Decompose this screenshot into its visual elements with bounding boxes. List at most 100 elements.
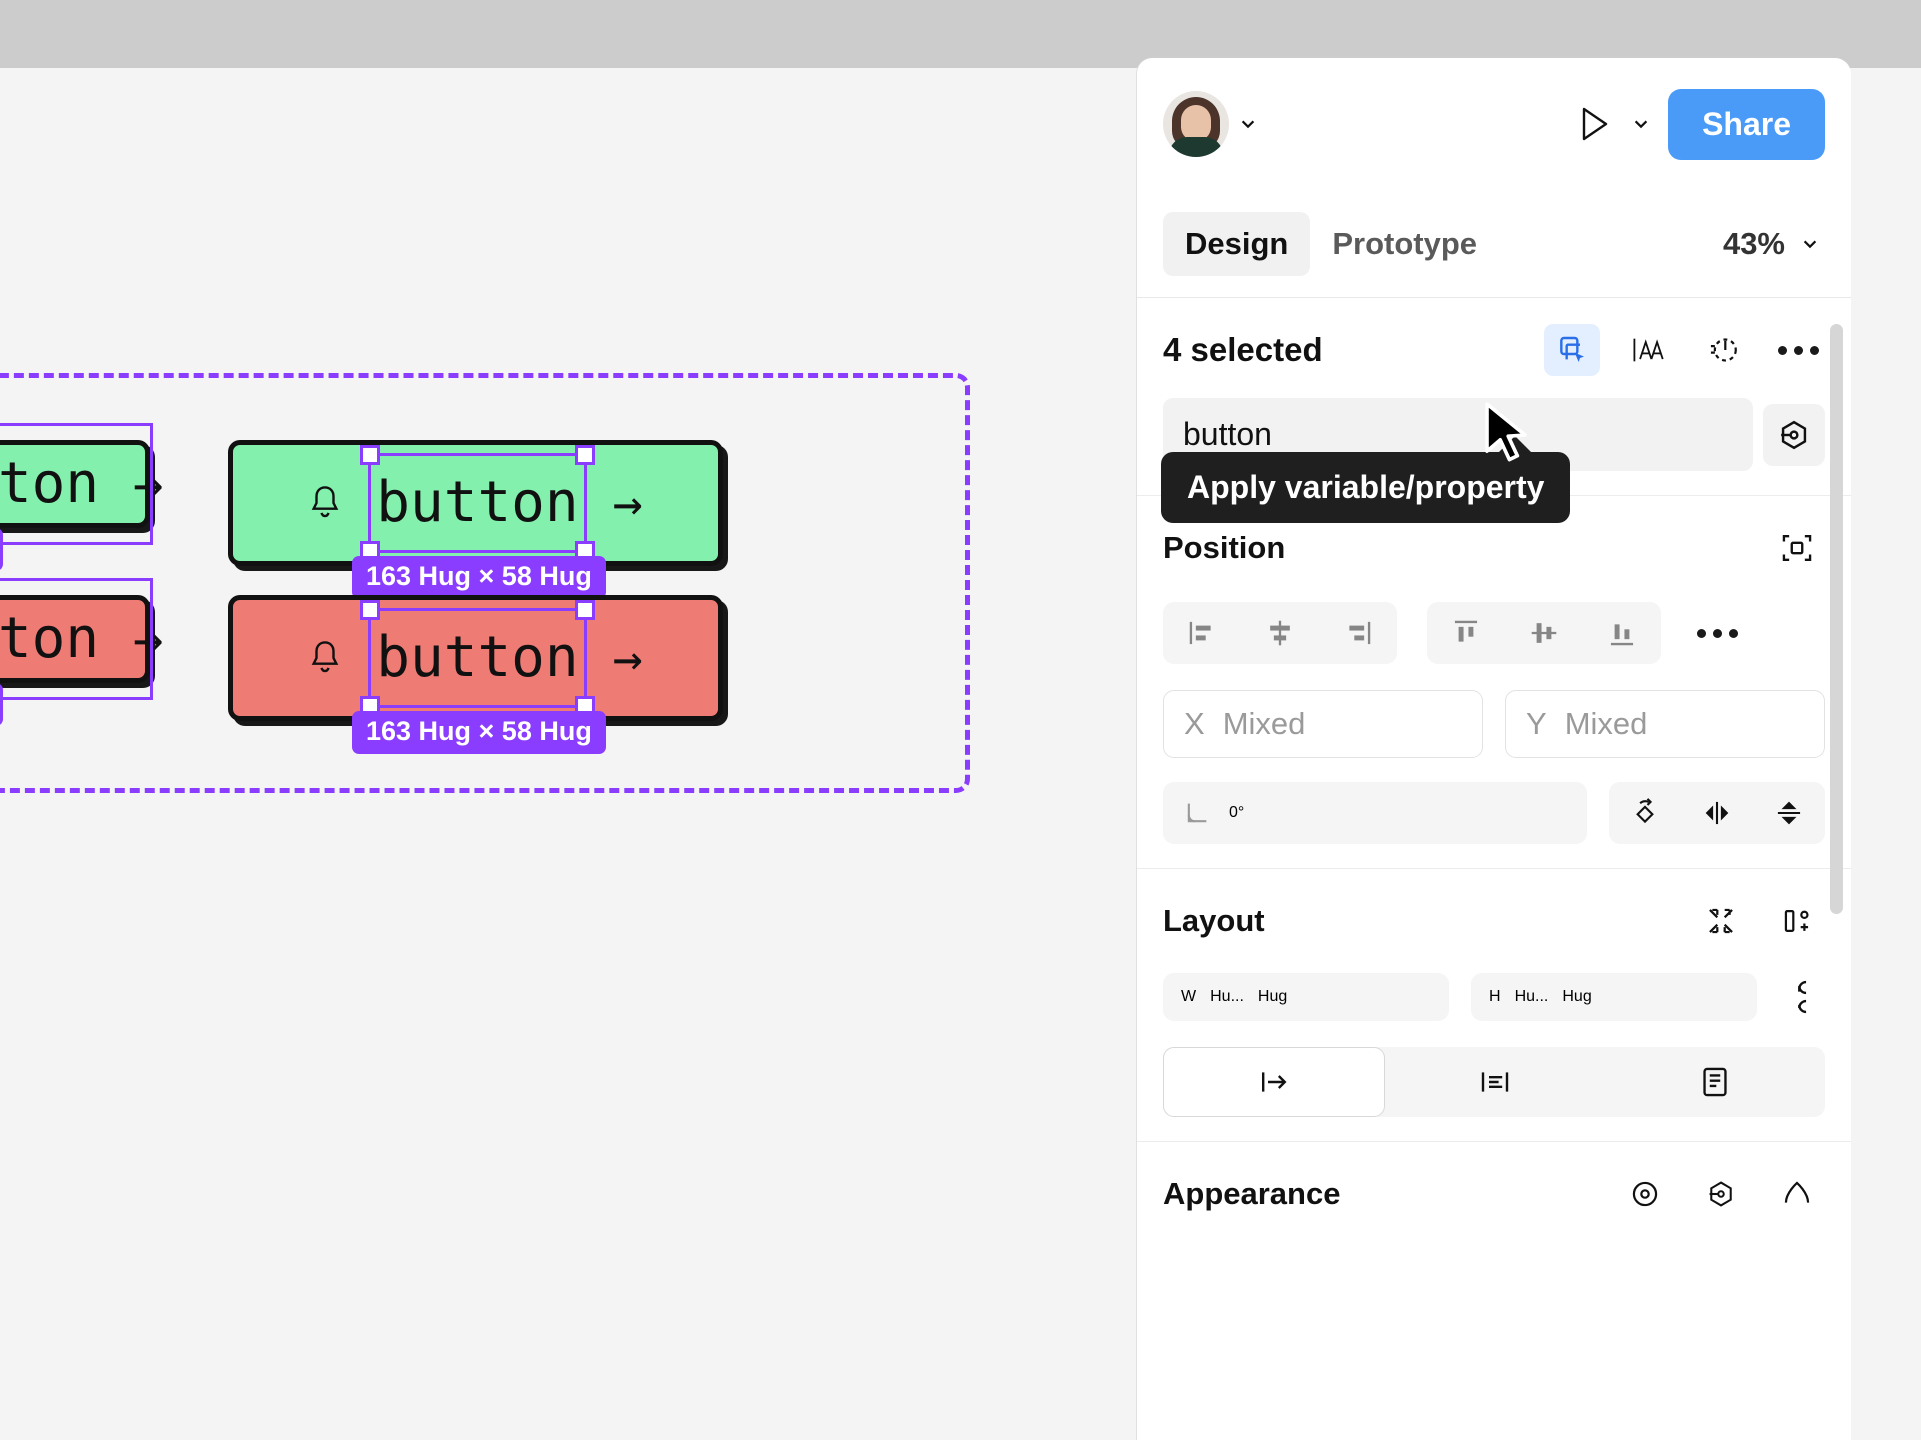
selection-box xyxy=(368,453,586,553)
position-header: Position xyxy=(1163,522,1825,574)
panel-tabs: Design Prototype 43% xyxy=(1137,190,1851,298)
horizontal-align-group xyxy=(1163,602,1397,664)
section-title: Layout xyxy=(1163,903,1265,939)
align-right-icon[interactable] xyxy=(1319,602,1397,664)
arrow-right-icon: → xyxy=(133,459,163,509)
position-section: Position xyxy=(1137,496,1851,869)
rotation-row: 0° xyxy=(1163,782,1825,844)
header-actions: Share xyxy=(1574,89,1825,160)
button-label: button xyxy=(0,456,99,512)
panel-header: Share xyxy=(1137,58,1851,190)
x-label: X xyxy=(1184,706,1205,742)
layout-flow-group xyxy=(1163,1047,1825,1117)
resize-to-fit-icon[interactable] xyxy=(1693,895,1749,947)
width-truncated-value: Hu... xyxy=(1210,988,1244,1006)
play-icon xyxy=(1577,105,1611,143)
tab-design[interactable]: Design xyxy=(1163,212,1310,276)
rotation-icon xyxy=(1183,799,1211,827)
dashed-selection-icon[interactable] xyxy=(1696,324,1752,376)
opacity-icon[interactable] xyxy=(1617,1168,1673,1220)
button-label: button xyxy=(0,611,99,667)
resize-handle-tl[interactable] xyxy=(360,600,380,620)
share-button[interactable]: Share xyxy=(1668,89,1825,160)
xy-fields: X Mixed Y Mixed xyxy=(1163,690,1825,758)
apply-variable-icon[interactable] xyxy=(1693,1168,1749,1220)
canvas-button-green-left[interactable]: button → xyxy=(0,440,150,528)
y-value: Mixed xyxy=(1565,706,1648,742)
arrow-right-icon: → xyxy=(613,633,643,683)
arrow-right-icon: → xyxy=(133,614,163,664)
alignment-controls xyxy=(1163,602,1825,664)
canvas-button-red-right[interactable]: button → xyxy=(228,595,723,721)
chevron-down-icon[interactable] xyxy=(1632,115,1650,133)
layout-wrap-icon[interactable] xyxy=(1605,1047,1825,1117)
unlink-constraint-icon[interactable] xyxy=(1779,978,1825,1016)
flip-vertical-icon[interactable] xyxy=(1753,782,1825,844)
layout-horizontal-icon[interactable] xyxy=(1163,1047,1385,1117)
size-badge: 8 Hug xyxy=(0,528,3,571)
align-horizontal-center-icon[interactable] xyxy=(1241,602,1319,664)
align-bottom-icon[interactable] xyxy=(1583,602,1661,664)
rotation-field[interactable]: 0° xyxy=(1163,782,1587,844)
height-truncated-value: Hu... xyxy=(1515,988,1549,1006)
apply-variable-icon[interactable] xyxy=(1763,404,1825,466)
select-component-icon[interactable] xyxy=(1544,324,1600,376)
rotate-icon[interactable] xyxy=(1609,782,1681,844)
flip-horizontal-icon[interactable] xyxy=(1681,782,1753,844)
selection-count: 4 selected xyxy=(1163,331,1323,369)
layout-align-icon[interactable] xyxy=(1385,1047,1605,1117)
zoom-control[interactable]: 43% xyxy=(1723,226,1825,262)
resize-handle-tr[interactable] xyxy=(575,445,595,465)
tab-prototype[interactable]: Prototype xyxy=(1310,212,1499,276)
avatar[interactable] xyxy=(1163,91,1229,157)
absolute-position-icon[interactable] xyxy=(1769,522,1825,574)
section-title: Appearance xyxy=(1163,1176,1340,1212)
design-canvas[interactable]: button → 8 Hug button → 163 Hug × 58 xyxy=(0,68,1135,1440)
bell-icon xyxy=(308,638,342,678)
y-field[interactable]: Y Mixed xyxy=(1505,690,1825,758)
width-label: W xyxy=(1181,988,1196,1006)
resize-handle-tr[interactable] xyxy=(575,600,595,620)
x-value: Mixed xyxy=(1223,706,1306,742)
align-vertical-center-icon[interactable] xyxy=(1505,602,1583,664)
user-menu[interactable] xyxy=(1163,91,1257,157)
layout-header: Layout xyxy=(1163,895,1825,947)
selection-actions xyxy=(1544,324,1825,376)
resize-handle-tl[interactable] xyxy=(360,445,380,465)
appearance-header: Appearance xyxy=(1163,1168,1825,1220)
zoom-level: 43% xyxy=(1723,226,1785,262)
selection-box xyxy=(368,608,586,708)
width-mode: Hug xyxy=(1258,988,1287,1006)
rotation-value: 0° xyxy=(1229,804,1244,822)
design-panel: Share Design Prototype 43% 4 selected xyxy=(1136,58,1851,1440)
selection-header: 4 selected xyxy=(1163,324,1825,376)
panel-scrollbar[interactable] xyxy=(1830,324,1843,914)
align-left-icon[interactable] xyxy=(1163,602,1241,664)
x-field[interactable]: X Mixed xyxy=(1163,690,1483,758)
blend-mode-icon[interactable] xyxy=(1769,1168,1825,1220)
chevron-down-icon[interactable] xyxy=(1801,235,1819,253)
align-top-icon[interactable] xyxy=(1427,602,1505,664)
chevron-down-icon[interactable] xyxy=(1239,115,1257,133)
size-fields: W Hu... Hug H Hu... Hug xyxy=(1163,973,1825,1021)
vertical-align-group xyxy=(1427,602,1661,664)
arrow-right-icon: → xyxy=(613,478,643,528)
height-mode: Hug xyxy=(1562,988,1591,1006)
button-label: button xyxy=(376,630,578,686)
height-label: H xyxy=(1489,988,1501,1006)
more-align-options[interactable] xyxy=(1691,629,1744,638)
add-auto-layout-icon[interactable] xyxy=(1769,895,1825,947)
width-field[interactable]: W Hu... Hug xyxy=(1163,973,1449,1021)
size-badge: 163 Hug × 58 Hug xyxy=(352,711,606,754)
y-label: Y xyxy=(1526,706,1547,742)
text-styles-icon[interactable] xyxy=(1620,324,1676,376)
bell-icon xyxy=(308,483,342,523)
present-button[interactable] xyxy=(1574,104,1614,144)
button-label: button xyxy=(376,475,578,531)
more-options-icon[interactable] xyxy=(1772,346,1825,355)
height-field[interactable]: H Hu... Hug xyxy=(1471,973,1757,1021)
section-title: Position xyxy=(1163,530,1285,566)
canvas-button-red-left[interactable]: button → xyxy=(0,595,150,683)
figma-window: button → 8 Hug button → 163 Hug × 58 xyxy=(0,0,1921,1440)
canvas-button-green-right[interactable]: button → xyxy=(228,440,723,566)
